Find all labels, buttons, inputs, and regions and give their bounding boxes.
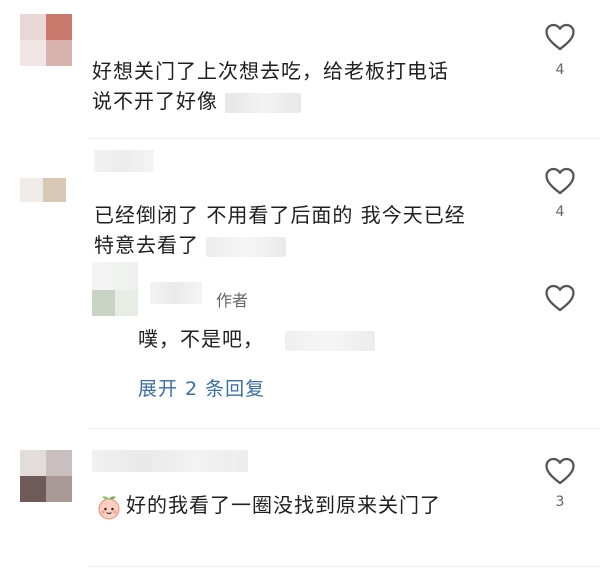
redacted-blur [225, 92, 302, 113]
avatar[interactable] [20, 178, 66, 202]
like-count: 4 [555, 204, 565, 220]
divider [88, 138, 600, 139]
username-blur [150, 282, 202, 304]
reply-text: 噗，不是吧， [138, 324, 376, 354]
like-count: 3 [555, 494, 565, 510]
redacted-blur [206, 236, 287, 257]
comment-text-line: 已经倒闭了 不用看了后面的 我今天已经 [94, 203, 466, 227]
comment-text: 已经倒闭了 不用看了后面的 我今天已经 特意去看了 [94, 200, 466, 260]
comment-text-line: 好的我看了一圈没找到原来关门了 [126, 493, 441, 517]
heart-outline-icon [545, 167, 575, 195]
like-button[interactable] [543, 281, 577, 315]
comment-text-line: 特意去看了 [94, 233, 199, 257]
avatar[interactable] [20, 450, 72, 502]
author-badge: 作者 [216, 291, 249, 310]
username-blur [94, 150, 154, 172]
expand-replies-link[interactable]: 展开 2 条回复 [138, 374, 265, 401]
comment-text-line: 说不开了好像 [92, 89, 218, 113]
redacted-blur [285, 330, 376, 351]
like-button[interactable] [543, 20, 577, 54]
heart-outline-icon [545, 457, 575, 485]
reply-text-line: 噗，不是吧， [138, 327, 264, 351]
like-count: 4 [555, 62, 565, 78]
avatar[interactable] [92, 262, 138, 316]
divider [88, 566, 600, 567]
like-button[interactable] [543, 164, 577, 198]
divider [88, 428, 600, 429]
heart-outline-icon [545, 284, 575, 312]
comment-text-line: 好想关门了上次想去吃，给老板打电话 [92, 59, 449, 83]
comment-text: 好想关门了上次想去吃，给老板打电话 说不开了好像 [92, 56, 449, 116]
heart-outline-icon [545, 23, 575, 51]
comment-text: 好的我看了一圈没找到原来关门了 [96, 490, 441, 520]
like-button[interactable] [543, 454, 577, 488]
peach-emoji-icon [96, 494, 122, 520]
avatar[interactable] [20, 14, 72, 66]
username-blur [92, 450, 248, 472]
